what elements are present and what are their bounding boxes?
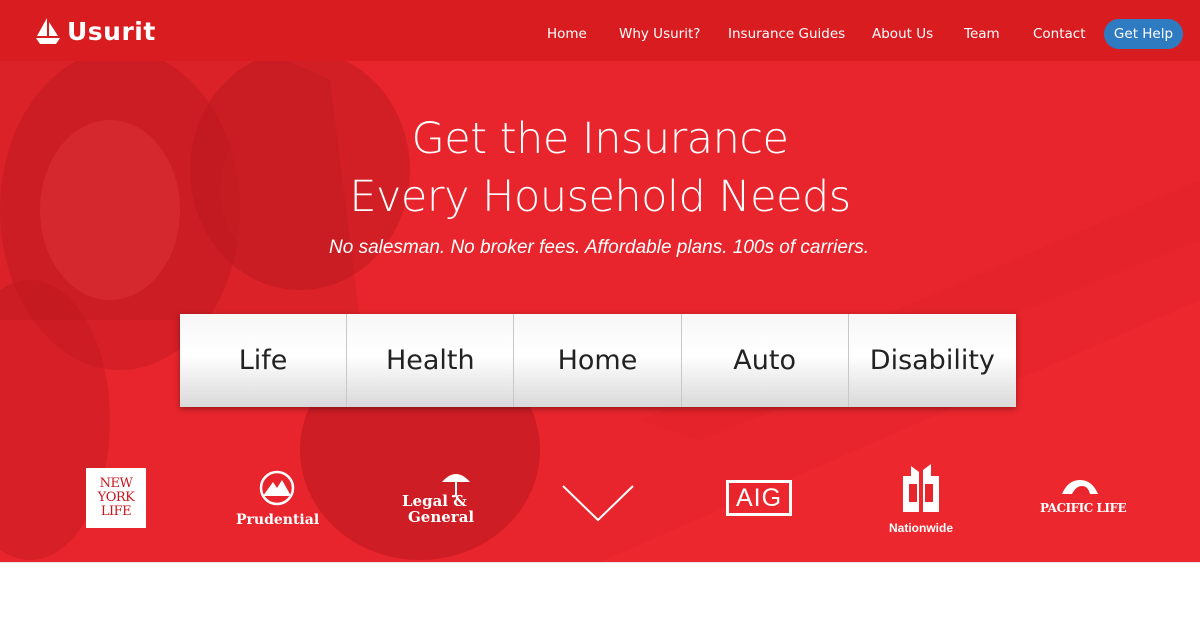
hero-headline-line-1: Get the Insurance bbox=[411, 114, 789, 164]
category-tab-life[interactable]: Life bbox=[180, 314, 348, 407]
hero-section: Usurit Home Why Usurit? Insurance Guides… bbox=[0, 0, 1200, 562]
nav-link-about-us[interactable]: About Us bbox=[872, 26, 933, 42]
aig-wordmark: AIG bbox=[735, 483, 783, 512]
hero-subheadline: No salesman. No broker fees. Affordable … bbox=[329, 237, 869, 258]
carrier-logo-prudential: Prudential bbox=[236, 470, 320, 530]
nationwide-eagle-icon bbox=[903, 464, 939, 512]
pacific-life-whale-icon bbox=[1062, 480, 1098, 494]
pacific-life-wordmark: PACIFIC LIFE bbox=[1040, 501, 1127, 515]
nav-link-insurance-guides[interactable]: Insurance Guides bbox=[728, 26, 845, 42]
sailboat-icon bbox=[36, 18, 60, 44]
carrier-logo-pacific-life: PACIFIC LIFE bbox=[1040, 474, 1127, 518]
category-tab-health[interactable]: Health bbox=[347, 314, 515, 407]
category-tab-disability[interactable]: Disability bbox=[848, 314, 1016, 407]
nyl-word-1: NEW bbox=[99, 476, 133, 491]
nyl-word-3: LIFE bbox=[100, 504, 132, 519]
insurance-category-selector: Life Health Home Auto Disability bbox=[180, 314, 1016, 407]
carrier-logo-new-york-life: NEW YORK LIFE bbox=[86, 468, 146, 528]
top-navigation-bar: Usurit Home Why Usurit? Insurance Guides… bbox=[0, 0, 1200, 61]
below-fold-section bbox=[0, 562, 1200, 627]
nav-link-contact[interactable]: Contact bbox=[1033, 26, 1086, 42]
nav-link-why-usurit[interactable]: Why Usurit? bbox=[619, 26, 700, 42]
prudential-rock-icon bbox=[259, 470, 295, 506]
hero-background-photo bbox=[0, 35, 1200, 562]
carrier-logo-legal-general: Legal & General bbox=[400, 468, 476, 528]
carrier-logo-aig: AIG bbox=[726, 480, 792, 516]
scroll-down-chevron-icon[interactable] bbox=[561, 483, 635, 523]
brand-logo-link[interactable]: Usurit bbox=[34, 14, 156, 48]
legal-general-line-2: General bbox=[408, 508, 475, 526]
nyl-word-2: YORK bbox=[97, 490, 135, 505]
nav-link-team[interactable]: Team bbox=[964, 26, 1000, 42]
nationwide-wordmark: Nationwide bbox=[888, 521, 953, 535]
category-tab-home[interactable]: Home bbox=[514, 314, 682, 407]
prudential-wordmark: Prudential bbox=[236, 512, 320, 528]
brand-name: Usurit bbox=[67, 16, 156, 46]
nav-link-home[interactable]: Home bbox=[547, 26, 587, 42]
hero-headline-line-2: Every Household Needs bbox=[349, 172, 851, 222]
category-tab-auto[interactable]: Auto bbox=[681, 314, 849, 407]
carrier-logo-nationwide: Nationwide bbox=[884, 462, 958, 535]
get-help-button[interactable]: Get Help bbox=[1104, 19, 1183, 49]
